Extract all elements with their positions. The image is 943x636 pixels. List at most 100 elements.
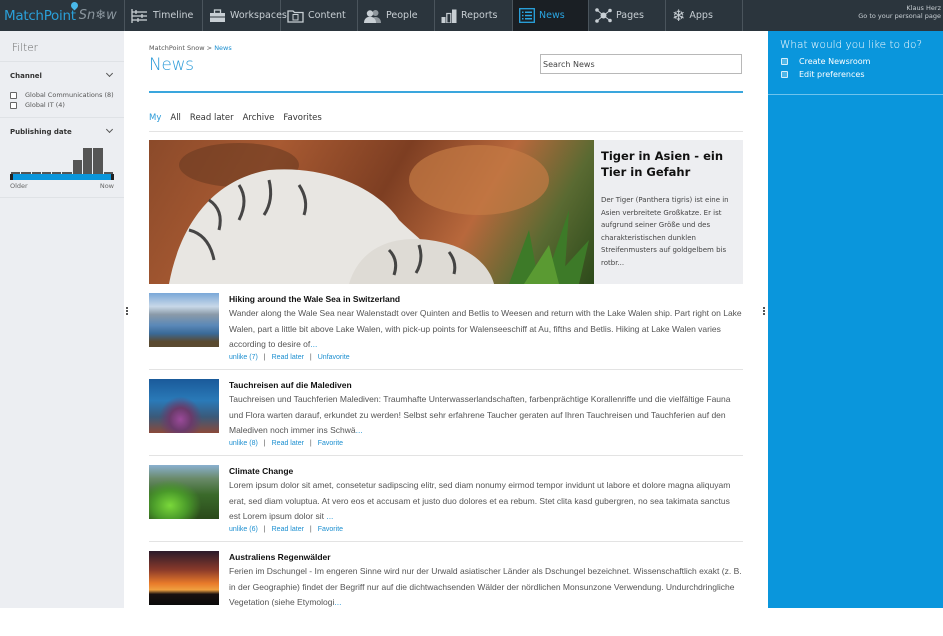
tab-favorites[interactable]: Favorites <box>283 113 321 123</box>
left-resize-handle[interactable] <box>126 307 129 315</box>
nav-item-pages[interactable]: Pages <box>589 0 666 31</box>
article-excerpt: Lorem ipsum dolor sit amet, consetetur s… <box>229 480 731 521</box>
article-actions: unlike (7) | Read later | Unfavorite <box>229 354 743 361</box>
separator: | <box>263 525 266 533</box>
nav-item-people[interactable]: People <box>358 0 435 31</box>
article-title[interactable]: Hiking around the Wale Sea in Switzerlan… <box>229 294 743 304</box>
user-box[interactable]: Klaus Herz Go to your personal page <box>743 0 943 31</box>
featured-excerpt: Der Tiger (Panthera tigris) ist eine in … <box>601 196 729 267</box>
checkbox-label: Global Communications (8) <box>25 91 114 99</box>
article-item: Australiens Regenwälder Ferien im Dschun… <box>149 550 743 628</box>
article-actions: unlike (6) | Read later | Favorite <box>229 526 743 533</box>
article-item: Tauchreisen auf die Malediven Tauchreise… <box>149 378 743 456</box>
article-excerpt: Ferien im Dschungel - Im engeren Sinne w… <box>229 566 742 607</box>
channel-header[interactable]: Channel <box>10 69 114 80</box>
actions-divider <box>768 94 943 95</box>
create-newsroom-link[interactable]: Create Newsroom <box>768 57 943 66</box>
nav-item-content[interactable]: Content <box>281 0 358 31</box>
checkbox[interactable] <box>10 101 17 109</box>
news-tabs: My All Read later Archive Favorites <box>149 113 322 123</box>
read-more-ellipsis[interactable]: ... <box>356 425 363 435</box>
logo[interactable]: MatchPoint Sn❄w <box>0 0 125 31</box>
article-thumbnail[interactable] <box>149 379 219 433</box>
favorite-link[interactable]: Favorite <box>318 440 343 447</box>
separator: | <box>309 439 312 447</box>
nav-item-timeline[interactable]: Timeline <box>125 0 203 31</box>
publishing-date-heading: Publishing date <box>10 128 72 136</box>
breadcrumb-current[interactable]: News <box>214 44 232 52</box>
tab-archive[interactable]: Archive <box>243 113 275 123</box>
actions-panel-title: What would you like to do? <box>780 39 923 51</box>
checkbox[interactable] <box>10 91 17 99</box>
article-list: Hiking around the Wale Sea in Switzerlan… <box>149 292 743 636</box>
article-item: Climate Change Lorem ipsum dolor sit ame… <box>149 464 743 542</box>
search-input[interactable]: Search News <box>540 54 742 74</box>
nav-item-news[interactable]: News <box>513 0 589 31</box>
article-title[interactable]: Australiens Regenwälder <box>229 552 743 562</box>
article-title[interactable]: Climate Change <box>229 466 743 476</box>
histogram-bar <box>21 172 31 174</box>
nav-item-workspaces[interactable]: Workspaces <box>203 0 287 31</box>
breadcrumb-separator: > <box>206 44 213 52</box>
briefcase-icon <box>210 8 225 22</box>
unlike-link[interactable]: unlike (6) <box>229 526 258 533</box>
publishing-date-header[interactable]: Publishing date <box>10 125 114 136</box>
breadcrumb: MatchPoint Snow > News <box>149 44 743 52</box>
histogram-bar <box>93 148 103 174</box>
personal-page-link[interactable]: Go to your personal page <box>743 12 941 20</box>
nav-item-apps[interactable]: ❄ Apps <box>666 0 743 31</box>
top-navigation-bar: MatchPoint Sn❄w Timeline Workspaces Cont… <box>0 0 943 31</box>
separator: | <box>263 439 266 447</box>
read-more-ellipsis[interactable]: ... <box>310 339 317 349</box>
range-start-label: Older <box>10 182 28 190</box>
date-range-slider[interactable] <box>10 174 114 180</box>
article-thumbnail[interactable] <box>149 465 219 519</box>
unlike-link[interactable]: unlike (8) <box>229 440 258 447</box>
read-later-link[interactable]: Read later <box>272 354 304 361</box>
publishing-date-filter: Publishing date Older Now <box>0 118 124 198</box>
timeline-icon <box>131 8 147 23</box>
channel-option-global-it[interactable]: Global IT (4) <box>10 101 114 109</box>
article-thumbnail[interactable] <box>149 551 219 605</box>
unlike-link[interactable]: unlike (7) <box>229 354 258 361</box>
breadcrumb-root[interactable]: MatchPoint Snow <box>149 44 205 52</box>
article-thumbnail[interactable] <box>149 293 219 347</box>
actions-panel: What would you like to do? Create Newsro… <box>768 31 943 608</box>
histogram-bar <box>52 172 62 174</box>
channel-option-global-communications[interactable]: Global Communications (8) <box>10 91 114 99</box>
tab-read-later[interactable]: Read later <box>190 113 234 123</box>
featured-title[interactable]: Tiger in Asien - ein Tier in Gefahr <box>601 148 737 180</box>
read-later-link[interactable]: Read later <box>272 440 304 447</box>
news-list-icon <box>519 8 535 23</box>
favorite-link[interactable]: Favorite <box>318 526 343 533</box>
article-excerpt: Tauchreisen und Tauchferien Malediven: T… <box>229 394 731 435</box>
histogram-bar <box>83 148 93 174</box>
featured-image[interactable] <box>149 140 594 284</box>
create-newsroom-label: Create Newsroom <box>799 57 871 66</box>
logo-primary: MatchPoint <box>4 7 76 24</box>
article-excerpt: Wander along the Wale Sea near Walenstad… <box>229 308 742 349</box>
read-more-ellipsis[interactable]: ... <box>334 597 341 607</box>
tab-my[interactable]: My <box>149 113 161 123</box>
edit-preferences-label: Edit preferences <box>799 70 865 79</box>
read-more-ellipsis[interactable]: ... <box>326 511 333 521</box>
featured-article[interactable]: Tiger in Asien - ein Tier in Gefahr Der … <box>149 140 743 284</box>
network-icon <box>595 8 612 23</box>
featured-summary: Tiger in Asien - ein Tier in Gefahr Der … <box>594 140 743 284</box>
histogram-bar <box>72 160 83 174</box>
tab-all[interactable]: All <box>170 113 181 123</box>
edit-preferences-link[interactable]: Edit preferences <box>768 70 943 79</box>
user-name: Klaus Herz <box>906 4 941 12</box>
nav-item-reports[interactable]: Reports <box>435 0 513 31</box>
article-title[interactable]: Tauchreisen auf die Malediven <box>229 380 743 390</box>
nav-item-label: Content <box>308 10 346 21</box>
separator: | <box>309 525 312 533</box>
nav-item-label: Timeline <box>153 10 194 21</box>
right-resize-handle[interactable] <box>763 307 766 315</box>
unfavorite-link[interactable]: Unfavorite <box>318 354 350 361</box>
read-later-link[interactable]: Read later <box>272 526 304 533</box>
snowflake-icon: ❄ <box>672 5 686 25</box>
chevron-down-icon[interactable] <box>105 69 114 78</box>
chevron-down-icon[interactable] <box>105 125 114 134</box>
histogram-bar <box>11 172 21 174</box>
